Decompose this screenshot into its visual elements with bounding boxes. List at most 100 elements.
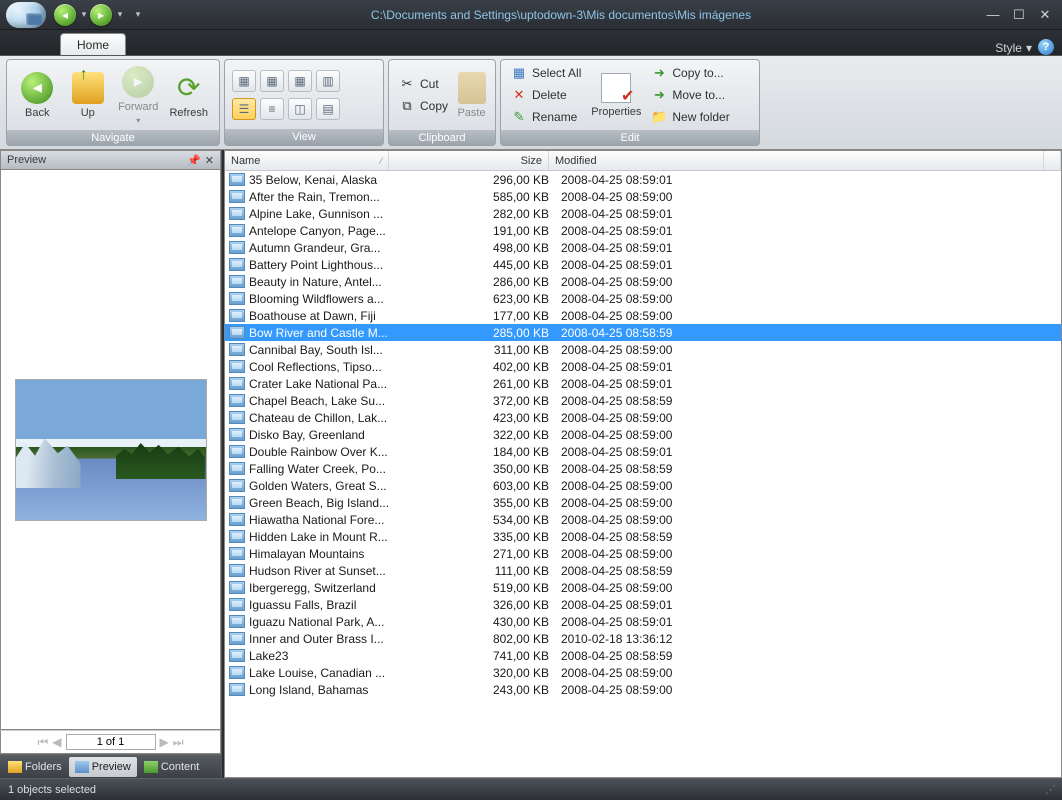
refresh-button[interactable]: ⟳Refresh (165, 62, 214, 128)
column-name[interactable]: Name⁄ (225, 151, 389, 170)
image-file-icon (229, 411, 245, 424)
file-row[interactable]: Chapel Beach, Lake Su...372,00 KB2008-04… (225, 392, 1061, 409)
file-row[interactable]: Lake Louise, Canadian ...320,00 KB2008-0… (225, 664, 1061, 681)
file-row[interactable]: Hudson River at Sunset...111,00 KB2008-0… (225, 562, 1061, 579)
file-row[interactable]: Alpine Lake, Gunnison ...282,00 KB2008-0… (225, 205, 1061, 222)
file-modified: 2008-04-25 08:59:01 (555, 598, 1061, 612)
move-to-button[interactable]: ➜Move to... (647, 85, 733, 105)
view-medium-icons[interactable]: ▦ (288, 70, 312, 92)
file-row[interactable]: Himalayan Mountains271,00 KB2008-04-25 0… (225, 545, 1061, 562)
file-row[interactable]: Iguassu Falls, Brazil326,00 KB2008-04-25… (225, 596, 1061, 613)
select-all-icon: ▦ (511, 65, 527, 81)
tab-content[interactable]: Content (138, 757, 206, 777)
file-row[interactable]: Golden Waters, Great S...603,00 KB2008-0… (225, 477, 1061, 494)
file-row[interactable]: Chateau de Chillon, Lak...423,00 KB2008-… (225, 409, 1061, 426)
file-size: 519,00 KB (395, 581, 555, 595)
column-size-label: Size (521, 155, 542, 167)
column-modified[interactable]: Modified (549, 151, 1044, 170)
paste-button: Paste (454, 62, 489, 128)
file-row[interactable]: Green Beach, Big Island...355,00 KB2008-… (225, 494, 1061, 511)
resize-grip-icon[interactable]: ⋰ (1045, 783, 1054, 796)
file-size: 296,00 KB (395, 173, 555, 187)
file-modified: 2008-04-25 08:58:59 (555, 326, 1061, 340)
copy-button[interactable]: ⧉Copy (395, 96, 452, 116)
image-file-icon (229, 224, 245, 237)
file-row[interactable]: Bow River and Castle M...285,00 KB2008-0… (225, 324, 1061, 341)
file-row[interactable]: Lake23741,00 KB2008-04-25 08:58:59 (225, 647, 1061, 664)
tab-content-label: Content (161, 761, 200, 773)
image-file-icon (229, 292, 245, 305)
copy-to-button[interactable]: ➜Copy to... (647, 63, 733, 83)
panel-close-icon[interactable]: ✕ (205, 154, 214, 167)
file-row[interactable]: Cool Reflections, Tipso...402,00 KB2008-… (225, 358, 1061, 375)
file-name: Himalayan Mountains (249, 547, 395, 561)
nav-forward-small[interactable]: ▸ (90, 4, 112, 26)
new-folder-button[interactable]: 📁New folder (647, 107, 733, 127)
file-row[interactable]: Long Island, Bahamas243,00 KB2008-04-25 … (225, 681, 1061, 698)
file-row[interactable]: Double Rainbow Over K...184,00 KB2008-04… (225, 443, 1061, 460)
file-row[interactable]: Crater Lake National Pa...261,00 KB2008-… (225, 375, 1061, 392)
view-tiles[interactable]: ◫ (288, 98, 312, 120)
file-row[interactable]: Cannibal Bay, South Isl...311,00 KB2008-… (225, 341, 1061, 358)
file-list[interactable]: 35 Below, Kenai, Alaska296,00 KB2008-04-… (225, 171, 1061, 777)
maximize-button[interactable]: ☐ (1008, 7, 1030, 23)
view-list[interactable]: ≡ (260, 98, 284, 120)
nav-forward-dropdown[interactable]: ▾ (114, 7, 126, 23)
file-row[interactable]: Falling Water Creek, Po...350,00 KB2008-… (225, 460, 1061, 477)
group-view: ▦ ▦ ▦ ▥ ☰ ≡ ◫ ▤ View (224, 59, 384, 146)
file-row[interactable]: Boathouse at Dawn, Fiji177,00 KB2008-04-… (225, 307, 1061, 324)
properties-button[interactable]: ✔Properties (587, 62, 645, 128)
select-all-button[interactable]: ▦Select All (507, 63, 585, 83)
refresh-icon: ⟳ (173, 72, 205, 104)
close-button[interactable]: ✕ (1034, 7, 1056, 23)
file-name: Long Island, Bahamas (249, 683, 395, 697)
file-row[interactable]: Disko Bay, Greenland322,00 KB2008-04-25 … (225, 426, 1061, 443)
file-row[interactable]: Iguazu National Park, A...430,00 KB2008-… (225, 613, 1061, 630)
arrow-left-icon: ◂ (21, 72, 53, 104)
back-button[interactable]: ◂Back (13, 62, 62, 128)
view-extra-large-icons[interactable]: ▦ (232, 70, 256, 92)
cut-button[interactable]: ✂Cut (395, 74, 452, 94)
file-row[interactable]: 35 Below, Kenai, Alaska296,00 KB2008-04-… (225, 171, 1061, 188)
file-row[interactable]: Battery Point Lighthous...445,00 KB2008-… (225, 256, 1061, 273)
file-size: 623,00 KB (395, 292, 555, 306)
file-modified: 2010-02-18 13:36:12 (555, 632, 1061, 646)
pager-input[interactable] (66, 734, 156, 750)
view-large-icons[interactable]: ▦ (260, 70, 284, 92)
file-modified: 2008-04-25 08:59:00 (555, 411, 1061, 425)
toolbar-dropdown[interactable]: ▾ (132, 7, 144, 23)
file-row[interactable]: Inner and Outer Brass I...802,00 KB2010-… (225, 630, 1061, 647)
nav-back-dropdown[interactable]: ▾ (78, 7, 90, 23)
minimize-button[interactable]: — (982, 7, 1004, 23)
file-row[interactable]: Blooming Wildflowers a...623,00 KB2008-0… (225, 290, 1061, 307)
tab-preview[interactable]: Preview (69, 757, 137, 777)
app-icon[interactable] (6, 2, 46, 28)
file-row[interactable]: Beauty in Nature, Antel...286,00 KB2008-… (225, 273, 1061, 290)
delete-button[interactable]: ✕Delete (507, 85, 585, 105)
pin-icon[interactable]: 📌 (187, 154, 201, 167)
file-row[interactable]: After the Rain, Tremon...585,00 KB2008-0… (225, 188, 1061, 205)
file-name: Alpine Lake, Gunnison ... (249, 207, 395, 221)
column-size[interactable]: Size (389, 151, 549, 170)
file-modified: 2008-04-25 08:59:00 (555, 292, 1061, 306)
style-dropdown[interactable]: Style▾ (995, 41, 1032, 55)
view-details[interactable]: ☰ (232, 98, 256, 120)
rename-button[interactable]: ✎Rename (507, 107, 585, 127)
file-row[interactable]: Hiawatha National Fore...534,00 KB2008-0… (225, 511, 1061, 528)
help-icon[interactable]: ? (1038, 39, 1054, 55)
up-button[interactable]: Up (64, 62, 113, 128)
file-name: Beauty in Nature, Antel... (249, 275, 395, 289)
file-row[interactable]: Hidden Lake in Mount R...335,00 KB2008-0… (225, 528, 1061, 545)
file-modified: 2008-04-25 08:59:00 (555, 479, 1061, 493)
file-row[interactable]: Autumn Grandeur, Gra...498,00 KB2008-04-… (225, 239, 1061, 256)
file-row[interactable]: Ibergeregg, Switzerland519,00 KB2008-04-… (225, 579, 1061, 596)
view-small-icons[interactable]: ▥ (316, 70, 340, 92)
tab-home[interactable]: Home (60, 33, 126, 55)
tab-folders[interactable]: Folders (2, 757, 68, 777)
status-text: 1 objects selected (8, 784, 96, 796)
nav-back-small[interactable]: ◂ (54, 4, 76, 26)
group-clipboard: ✂Cut ⧉Copy Paste Clipboard (388, 59, 496, 146)
file-row[interactable]: Antelope Canyon, Page...191,00 KB2008-04… (225, 222, 1061, 239)
file-name: Disko Bay, Greenland (249, 428, 395, 442)
view-content[interactable]: ▤ (316, 98, 340, 120)
